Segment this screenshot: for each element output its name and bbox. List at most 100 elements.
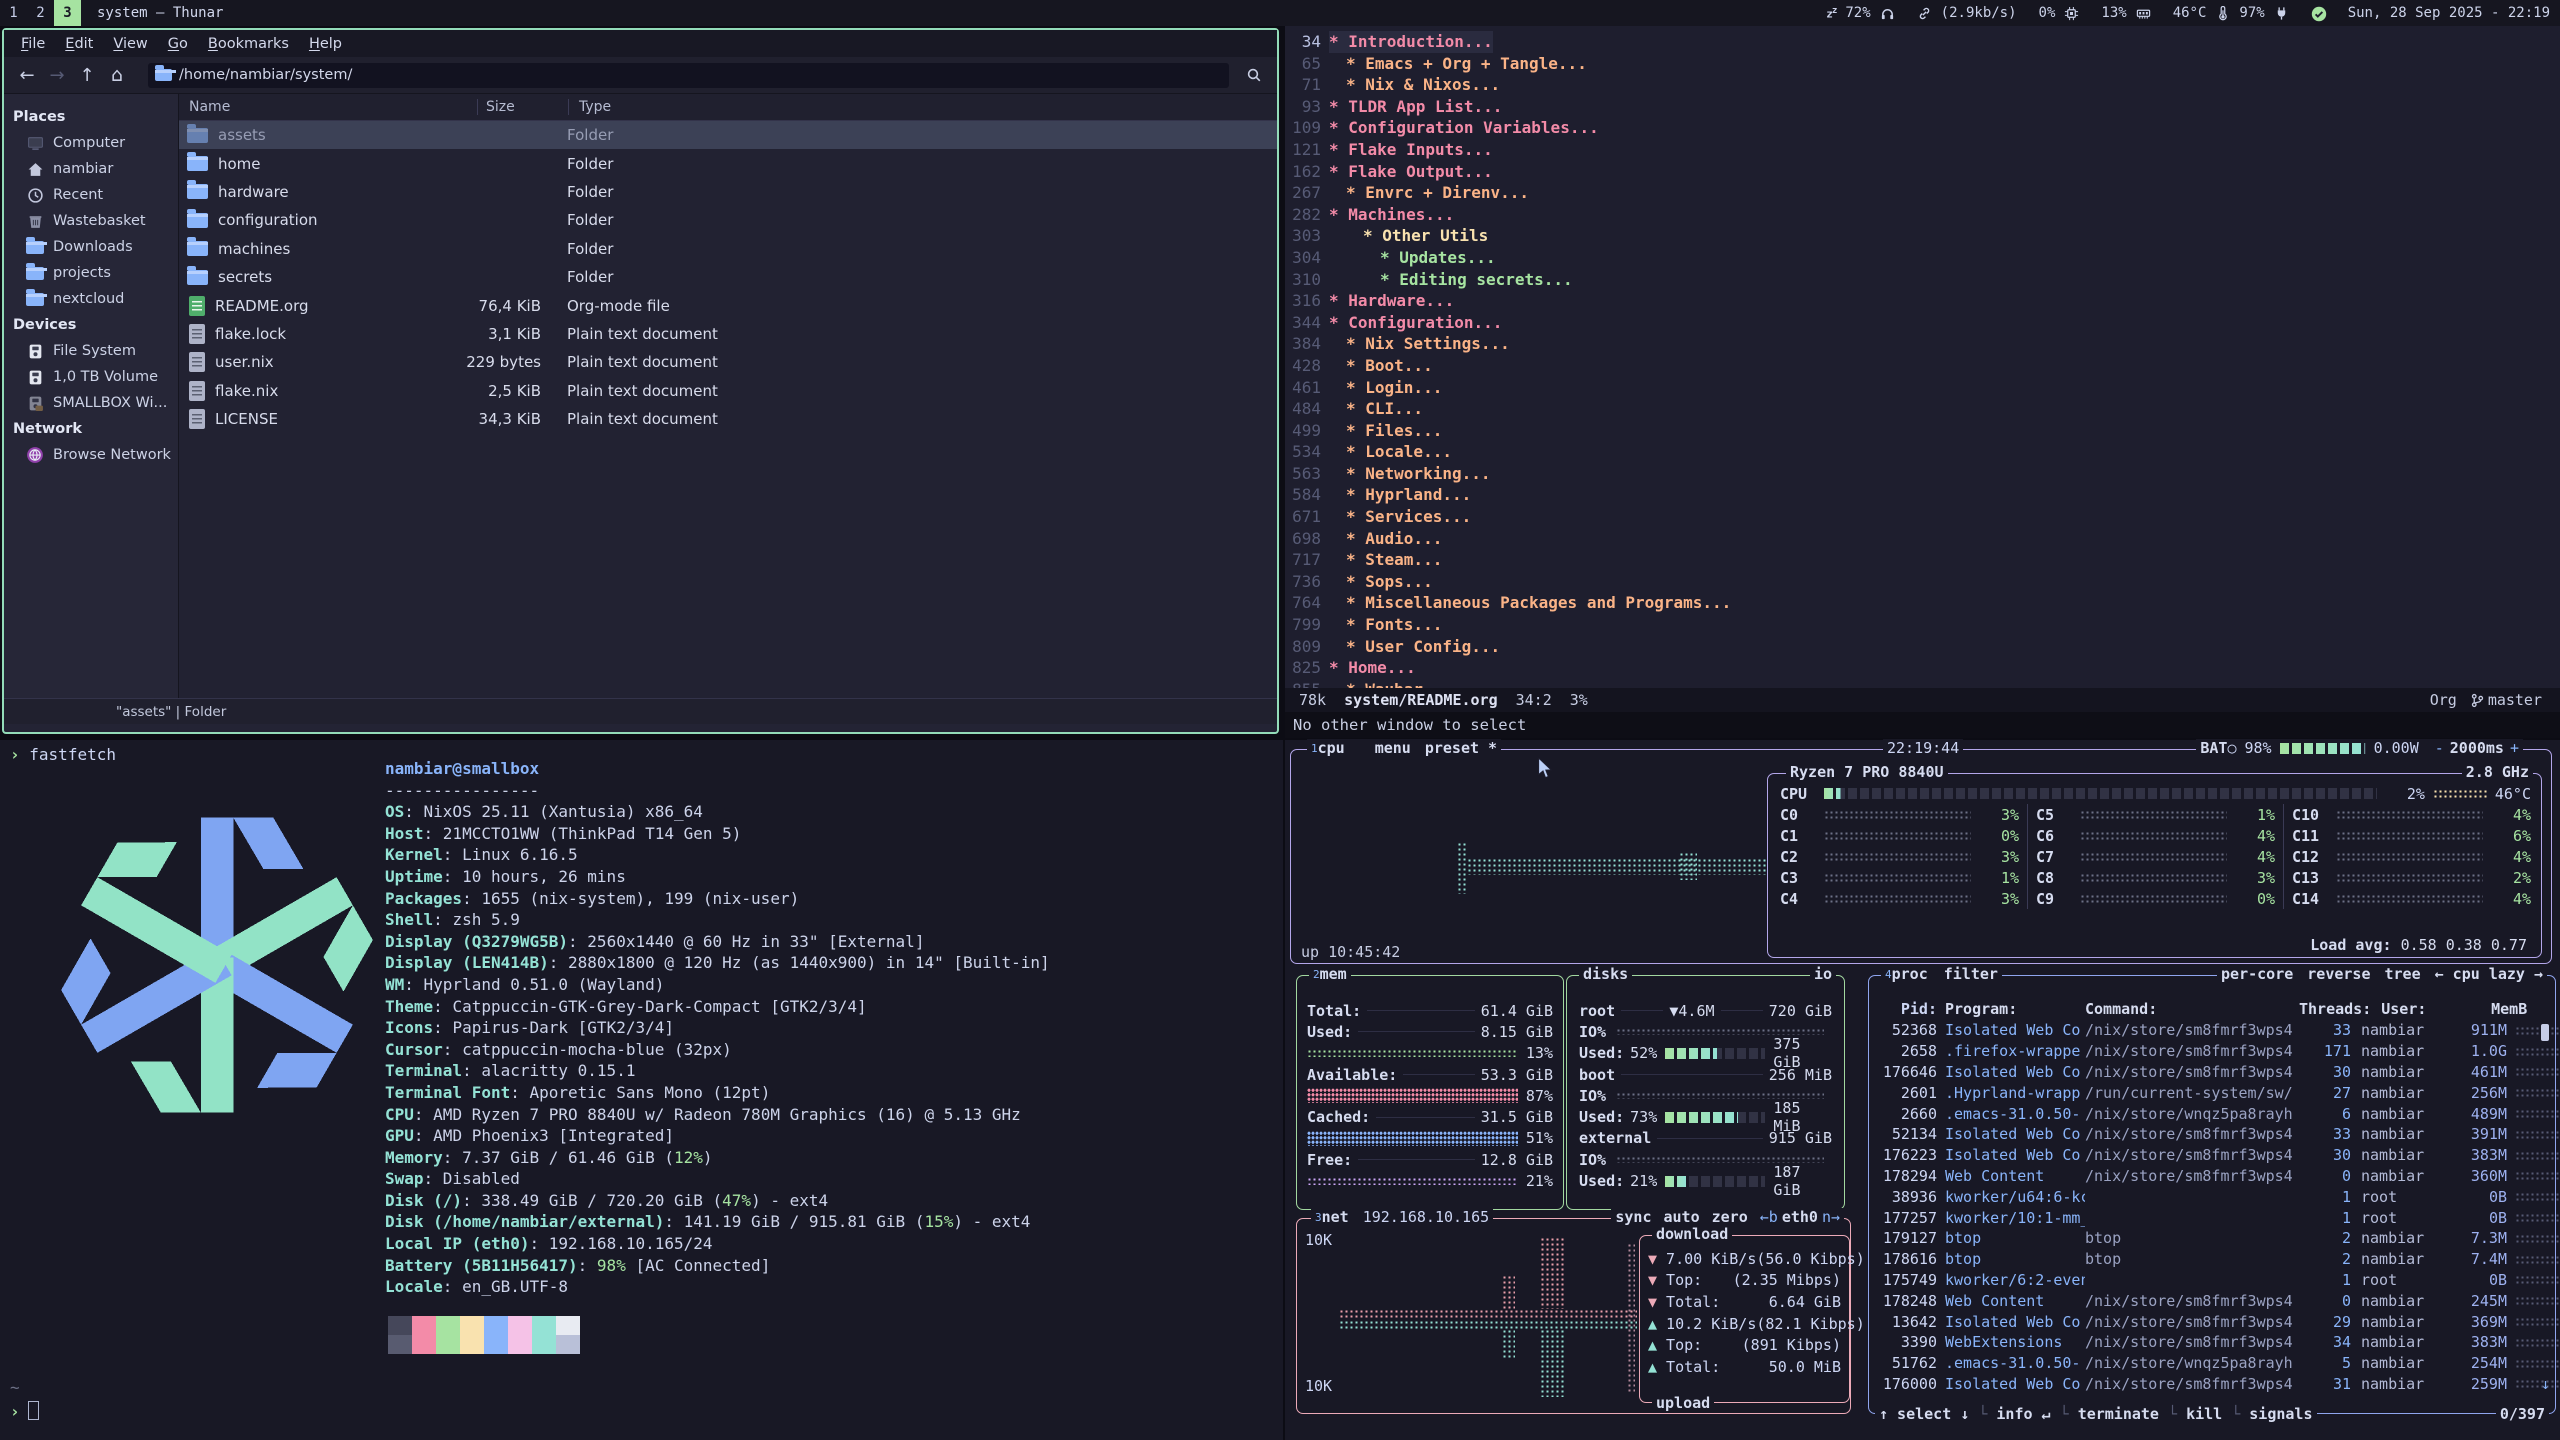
column-header-type[interactable]: Type xyxy=(568,99,1277,115)
proc-filter-button[interactable]: filter xyxy=(1944,965,1998,983)
org-heading[interactable]: * Locale... xyxy=(1329,441,1452,463)
file-row-flake.nix[interactable]: flake.nix2,5 KiBPlain text document xyxy=(179,377,1277,405)
menu-go[interactable]: Go xyxy=(159,34,197,54)
sidebar-item-browse-network[interactable]: Browse Network xyxy=(4,442,178,468)
disks-io-toggle[interactable]: io xyxy=(1814,965,1832,983)
org-heading[interactable]: * Editing secrets... xyxy=(1329,269,1573,291)
org-heading-line[interactable]: 799* Fonts... xyxy=(1285,614,2560,636)
menu-help[interactable]: Help xyxy=(300,34,351,54)
org-heading-line[interactable]: 93* TLDR App List... xyxy=(1285,96,2560,118)
process-row-177257[interactable]: 177257kworker/10:1-mm_1root0B0.0 xyxy=(1869,1207,2555,1228)
path-bar[interactable]: /home/nambiar/system/ xyxy=(148,63,1229,88)
search-icon[interactable] xyxy=(1239,62,1269,88)
forward-button[interactable]: → xyxy=(42,62,72,88)
sidebar-item-file-system[interactable]: File System xyxy=(4,338,178,364)
org-heading[interactable]: * Hardware... xyxy=(1329,290,1454,312)
process-row-178616[interactable]: 178616btopbtop2nambiar7.4M0.0 xyxy=(1869,1249,2555,1270)
memory-usage-value[interactable]: 13% xyxy=(2101,5,2126,21)
org-heading-line[interactable]: 303* Other Utils xyxy=(1285,225,2560,247)
file-row-home[interactable]: homeFolder xyxy=(179,149,1277,177)
org-heading[interactable]: * Configuration... xyxy=(1329,312,1502,334)
menu-view[interactable]: View xyxy=(104,34,156,54)
proc-scrollbar-thumb[interactable] xyxy=(2541,1024,2549,1041)
menu-bookmarks[interactable]: Bookmarks xyxy=(199,34,298,54)
proc-tree-toggle[interactable]: tree xyxy=(2385,965,2421,983)
idle-icon[interactable]: zz xyxy=(1826,5,1836,21)
org-heading-line[interactable]: 764* Miscellaneous Packages and Programs… xyxy=(1285,592,2560,614)
org-heading-line[interactable]: 282* Machines... xyxy=(1285,204,2560,226)
process-row-3390[interactable]: 3390WebExtensions/nix/store/sm8fmrf3wps4… xyxy=(1869,1332,2555,1353)
file-row-configuration[interactable]: configurationFolder xyxy=(179,206,1277,234)
org-heading[interactable]: * Services... xyxy=(1329,506,1471,528)
process-row-2660[interactable]: 2660.emacs-31.0.50-/nix/store/wnqz5pa8ra… xyxy=(1869,1103,2555,1124)
org-heading[interactable]: * Audio... xyxy=(1329,528,1442,550)
org-heading-line[interactable]: 162* Flake Output... xyxy=(1285,161,2560,183)
org-heading[interactable]: * Miscellaneous Packages and Programs... xyxy=(1329,592,1731,614)
interval-decrease-button[interactable]: - xyxy=(2435,739,2444,757)
org-heading-line[interactable]: 825* Home... xyxy=(1285,657,2560,679)
file-row-README.org[interactable]: README.org76,4 KiBOrg-mode file xyxy=(179,291,1277,319)
org-heading-line[interactable]: 310* Editing secrets... xyxy=(1285,269,2560,291)
proc-header-program[interactable]: Program: xyxy=(1937,1000,2085,1018)
net-sync-button[interactable]: sync xyxy=(1615,1208,1651,1226)
net-prev-iface-button[interactable]: ←b xyxy=(1760,1208,1778,1226)
sidebar-item-smallbox-wi-[interactable]: SMALLBOX Wi... xyxy=(4,390,178,416)
org-heading-line[interactable]: 428* Boot... xyxy=(1285,355,2560,377)
process-row-176646[interactable]: 176646Isolated Web Co/nix/store/sm8fmrf3… xyxy=(1869,1062,2555,1083)
org-heading-line[interactable]: 121* Flake Inputs... xyxy=(1285,139,2560,161)
preset-button[interactable]: preset * xyxy=(1425,739,1497,757)
disks-box-title[interactable]: disks xyxy=(1583,965,1628,983)
org-heading[interactable]: * Fonts... xyxy=(1329,614,1442,636)
org-heading[interactable]: * Introduction... xyxy=(1329,31,1493,53)
org-heading-line[interactable]: 344* Configuration... xyxy=(1285,312,2560,334)
proc-header-user[interactable]: User: xyxy=(2371,1000,2475,1018)
sidebar-item-computer[interactable]: Computer xyxy=(4,130,178,156)
volume-value[interactable]: 72% xyxy=(1845,5,1870,21)
cpu-usage-value[interactable]: 0% xyxy=(2039,5,2056,21)
process-row-179127[interactable]: 179127btopbtop2nambiar7.3M0.0 xyxy=(1869,1228,2555,1249)
org-heading-line[interactable]: 34* Introduction... xyxy=(1285,31,2560,53)
org-heading-line[interactable]: 717* Steam... xyxy=(1285,549,2560,571)
sidebar-item-projects[interactable]: projects xyxy=(4,260,178,286)
home-button[interactable]: ⌂ xyxy=(102,62,132,88)
process-row-176000[interactable]: 176000Isolated Web Co/nix/store/sm8fmrf3… xyxy=(1869,1374,2555,1395)
org-heading[interactable]: * Home... xyxy=(1329,657,1416,679)
git-branch-name[interactable]: master xyxy=(2488,691,2542,709)
menu-button[interactable]: menu xyxy=(1375,739,1411,757)
org-heading[interactable]: * Updates... xyxy=(1329,247,1496,269)
sidebar-item-nambiar[interactable]: nambiar xyxy=(4,156,178,182)
sidebar-item-1-0-tb-volume[interactable]: 1,0 TB Volume xyxy=(4,364,178,390)
org-heading-line[interactable]: 384* Nix Settings... xyxy=(1285,333,2560,355)
org-heading[interactable]: * CLI... xyxy=(1329,398,1423,420)
org-heading-line[interactable]: 736* Sops... xyxy=(1285,571,2560,593)
org-outline-buffer[interactable]: 34* Introduction...65* Emacs + Org + Tan… xyxy=(1285,26,2560,700)
org-heading-line[interactable]: 484* CLI... xyxy=(1285,398,2560,420)
temperature-value[interactable]: 46°C xyxy=(2173,5,2207,21)
proc-percore-toggle[interactable]: per-core xyxy=(2221,965,2293,983)
org-heading[interactable]: * Boot... xyxy=(1329,355,1433,377)
back-button[interactable]: ← xyxy=(12,62,42,88)
process-row-52368[interactable]: 52368Isolated Web Co/nix/store/sm8fmrf3w… xyxy=(1869,1020,2555,1041)
org-heading-line[interactable]: 304* Updates... xyxy=(1285,247,2560,269)
interval-increase-button[interactable]: + xyxy=(2510,739,2519,757)
proc-header-threads[interactable]: Threads: xyxy=(2299,1000,2371,1018)
file-row-assets[interactable]: assetsFolder xyxy=(179,121,1277,149)
status-ok-icon[interactable] xyxy=(2311,6,2326,21)
org-heading-line[interactable]: 584* Hyprland... xyxy=(1285,484,2560,506)
proc-header-command[interactable]: Command: xyxy=(2085,1000,2299,1018)
org-heading[interactable]: * Hyprland... xyxy=(1329,484,1471,506)
column-header-size[interactable]: Size xyxy=(477,99,552,115)
sidebar-item-recent[interactable]: Recent xyxy=(4,182,178,208)
org-heading[interactable]: * Envrc + Direnv... xyxy=(1329,182,1529,204)
org-heading-line[interactable]: 809* User Config... xyxy=(1285,636,2560,658)
org-heading[interactable]: * Configuration Variables... xyxy=(1329,117,1599,139)
proc-sort-selector[interactable]: ← cpu lazy → xyxy=(2435,965,2543,983)
org-heading-line[interactable]: 71* Nix & Nixos... xyxy=(1285,74,2560,96)
org-heading[interactable]: * Login... xyxy=(1329,377,1442,399)
proc-table-header[interactable]: Pid: Program: Command: Threads: User: Me… xyxy=(1869,998,2555,1020)
org-heading[interactable]: * Files... xyxy=(1329,420,1442,442)
process-row-2658[interactable]: 2658.firefox-wrappe/nix/store/sm8fmrf3wp… xyxy=(1869,1041,2555,1062)
net-auto-button[interactable]: auto xyxy=(1664,1208,1700,1226)
sidebar-item-nextcloud[interactable]: nextcloud xyxy=(4,286,178,312)
proc-reverse-toggle[interactable]: reverse xyxy=(2307,965,2370,983)
